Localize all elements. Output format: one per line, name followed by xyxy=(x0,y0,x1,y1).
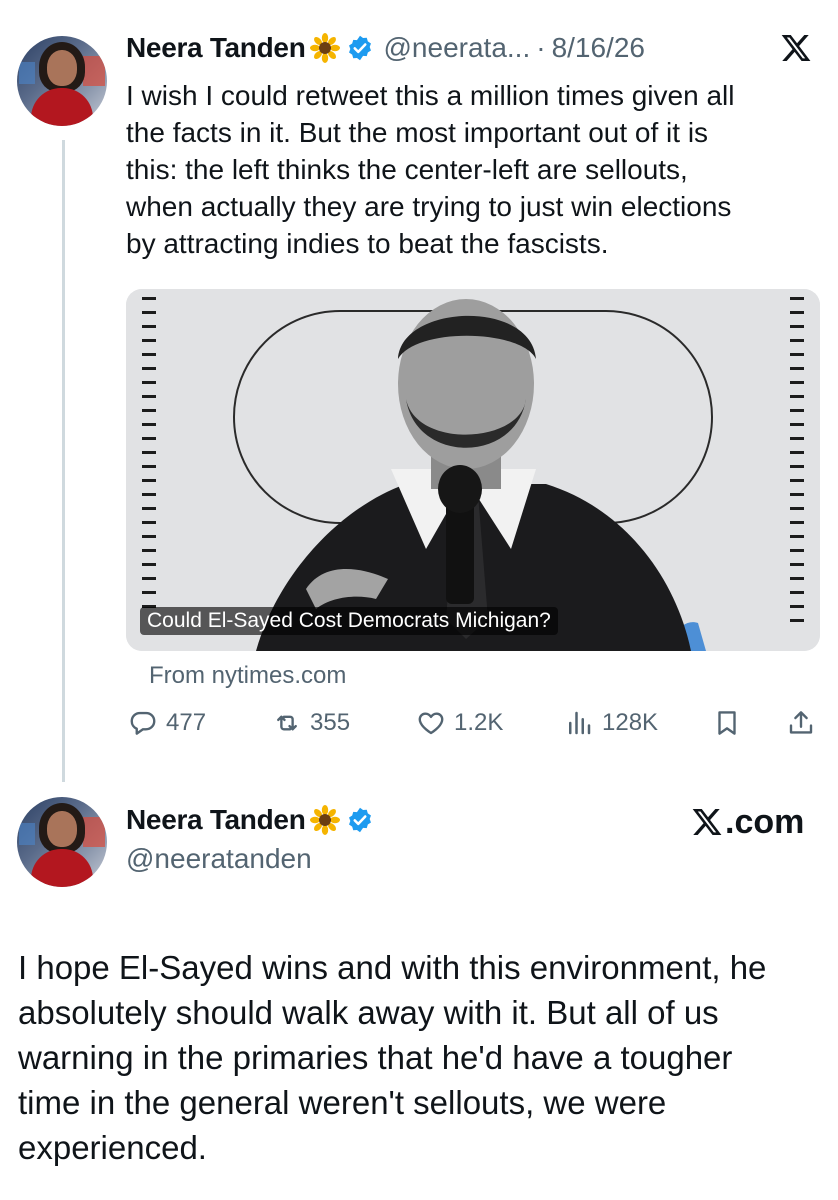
quoted-post-text: I hope El-Sayed wins and with this envir… xyxy=(18,945,824,1170)
sunflower-icon xyxy=(309,805,340,835)
share-button[interactable] xyxy=(786,708,824,738)
card-headline: Could El-Sayed Cost Democrats Michigan? xyxy=(140,607,558,635)
post-text-line: this: the left thinks the center-left ar… xyxy=(126,154,688,185)
like-button[interactable]: 1.2K xyxy=(416,708,503,738)
post-date[interactable]: 8/16/26 xyxy=(552,32,645,64)
bookmark-icon xyxy=(718,711,736,735)
quoted-text-line: time in the general weren't sellouts, we… xyxy=(18,1084,667,1121)
reply-count: 477 xyxy=(166,709,207,736)
card-source-link[interactable]: From nytimes.com xyxy=(149,662,346,690)
quoted-text-line: absolutely should walk away with it. But… xyxy=(18,994,719,1031)
quoted-post-header: Neera Tanden xyxy=(126,804,374,836)
post-text-line: the facts in it. But the most important … xyxy=(126,117,709,148)
author-handle[interactable]: @neerata... xyxy=(384,32,531,64)
site-badge: .com xyxy=(690,801,804,842)
view-count: 128K xyxy=(602,709,659,736)
views-button[interactable]: 128K xyxy=(564,708,658,738)
post-text-line: by attracting indies to beat the fascist… xyxy=(126,228,609,259)
post-text-line: when actually they are trying to just wi… xyxy=(126,191,732,222)
x-logo-icon xyxy=(781,35,811,61)
post-text: I wish I could retweet this a million ti… xyxy=(126,77,734,262)
quoted-author-name[interactable]: Neera Tanden xyxy=(126,804,306,836)
sunflower-icon xyxy=(309,33,340,63)
card-image xyxy=(126,289,820,651)
share-icon xyxy=(789,711,813,734)
reply-button[interactable]: 477 xyxy=(128,708,206,738)
x-logo-icon xyxy=(692,809,722,835)
verified-badge-icon xyxy=(348,807,371,833)
link-preview-card[interactable]: Could El-Sayed Cost Democrats Michigan? xyxy=(126,289,820,651)
quoted-avatar[interactable] xyxy=(17,797,107,887)
avatar[interactable] xyxy=(17,36,107,126)
repost-count: 355 xyxy=(310,709,351,736)
site-badge-text: .com xyxy=(725,803,805,841)
quoted-author-handle[interactable]: @neeratanden xyxy=(126,843,312,875)
author-name[interactable]: Neera Tanden xyxy=(126,32,306,64)
thread-connector-line xyxy=(62,140,65,782)
quoted-text-line: I hope El-Sayed wins and with this envir… xyxy=(18,949,767,986)
repost-icon xyxy=(277,715,297,731)
quoted-text-line: warning in the primaries that he'd have … xyxy=(18,1039,733,1076)
quoted-text-line: experienced. xyxy=(18,1129,207,1166)
post-header: Neera Tanden @neerata... · 8/16/26 xyxy=(126,32,645,64)
heart-icon xyxy=(418,712,444,735)
post-action-bar: 477 355 1.2K 128K xyxy=(0,708,838,748)
separator-dot: · xyxy=(536,32,546,63)
reply-icon xyxy=(130,711,156,735)
views-icon xyxy=(569,711,591,735)
post-text-line: I wish I could retweet this a million ti… xyxy=(126,80,735,111)
repost-button[interactable]: 355 xyxy=(272,708,350,738)
verified-badge-icon xyxy=(348,35,371,61)
like-count: 1.2K xyxy=(454,709,504,736)
bookmark-button[interactable] xyxy=(712,708,750,738)
